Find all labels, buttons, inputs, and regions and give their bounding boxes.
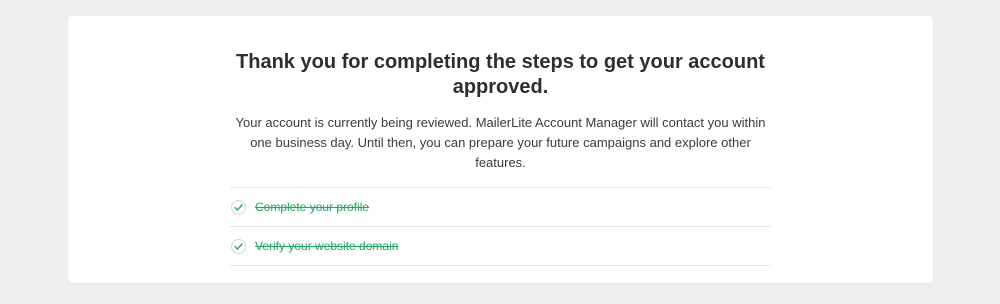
check-icon [231, 238, 246, 254]
page-title: Thank you for completing the steps to ge… [236, 51, 765, 98]
step-label: Verify your website domain [255, 239, 399, 253]
step-verify-domain: Verify your website domain [230, 227, 771, 266]
step-label: Complete your profile [255, 200, 370, 214]
confirmation-content: Thank you for completing the steps to ge… [230, 16, 771, 266]
check-icon [231, 199, 246, 215]
confirmation-card: Thank you for completing the steps to ge… [68, 16, 933, 283]
step-complete-profile: Complete your profile [230, 188, 771, 227]
steps-list: Complete your profile Verify your websit… [230, 187, 771, 266]
confirmation-description: Your account is currently being reviewed… [235, 115, 766, 170]
